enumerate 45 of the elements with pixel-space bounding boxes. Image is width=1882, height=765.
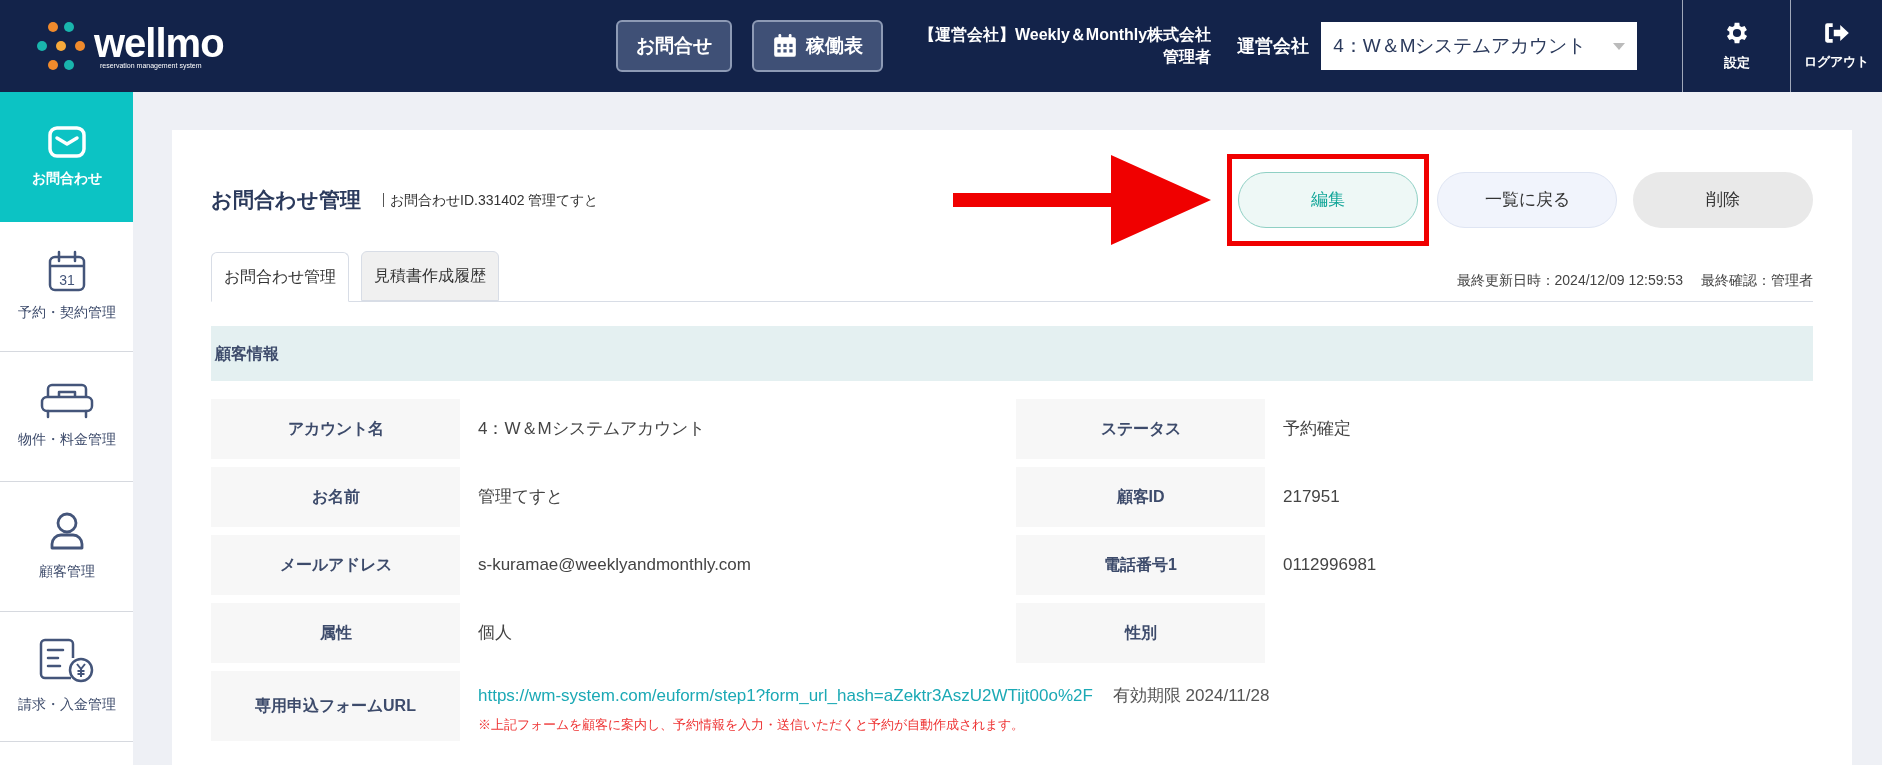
field-value: s-kuramae@weeklyandmonthly.com — [478, 554, 751, 577]
field-label: 顧客ID — [1016, 467, 1265, 527]
person-icon — [48, 511, 85, 551]
field-label: アカウント名 — [211, 399, 460, 459]
field-label: 性別 — [1016, 603, 1265, 663]
field-label: 専用申込フォームURL — [211, 671, 460, 741]
field-value: 217951 — [1283, 486, 1340, 509]
header-button[interactable]: 稼働表 — [752, 20, 883, 72]
tab[interactable]: お問合わせ管理 — [211, 252, 349, 302]
tab[interactable]: 見積書作成履歴 — [361, 251, 499, 301]
operator-select[interactable]: 4：W＆Mシステムアカウント — [1321, 22, 1638, 70]
field-label: メールアドレス — [211, 535, 460, 595]
header-logout-button[interactable]: ログアウト — [1790, 0, 1882, 92]
caret-icon — [1613, 42, 1626, 50]
form-url-note: ※上記フォームを顧客に案内し、予約情報を入力・送信いただくと予約が自動作成されます。 — [478, 715, 1025, 734]
bed-icon — [39, 383, 94, 419]
field-value: 予約確定 — [1283, 418, 1351, 441]
invoice-icon — [38, 638, 95, 684]
calendar-day-text: 31 — [58, 272, 75, 288]
page-subtitle: お問合わせID.331402 管理てすと — [383, 193, 599, 207]
section-header: 顧客情報 — [211, 326, 1813, 381]
page-title: お問合わせ管理 — [211, 187, 361, 214]
field-label: お名前 — [211, 467, 460, 527]
field-label: 属性 — [211, 603, 460, 663]
calendar-icon — [48, 250, 85, 292]
user-role: 管理者 — [1163, 47, 1212, 67]
action-button[interactable]: 削除 — [1633, 172, 1813, 228]
logo-wordmark: wellmo — [94, 23, 224, 62]
field-value: 個人 — [478, 622, 512, 645]
calendar-icon — [772, 33, 798, 59]
last-confirmed-text: 最終確認：管理者 — [1701, 271, 1813, 290]
last-updated-text: 最終更新日時：2024/12/09 12:59:53 — [1456, 271, 1683, 290]
field-value: 管理てすと — [478, 486, 563, 509]
expiry-text: 有効期限 2024/11/28 — [1112, 685, 1270, 707]
field-value: 4：W＆Mシステムアカウント — [478, 418, 705, 441]
company-name: 【運営会社】Weekly＆Monthly株式会社 — [919, 25, 1212, 45]
header-button[interactable]: お問合せ — [616, 20, 732, 72]
field-label: ステータス — [1016, 399, 1265, 459]
mail-icon — [47, 125, 86, 158]
logo-dots-icon — [36, 21, 86, 71]
field-value: 0112996981 — [1283, 554, 1377, 577]
field-label: 電話番号1 — [1016, 535, 1265, 595]
header-settings-button[interactable]: 設定 — [1682, 0, 1790, 92]
action-button[interactable]: 一覧に戻る — [1437, 172, 1617, 228]
operator-label: 運営会社 — [1237, 34, 1310, 58]
